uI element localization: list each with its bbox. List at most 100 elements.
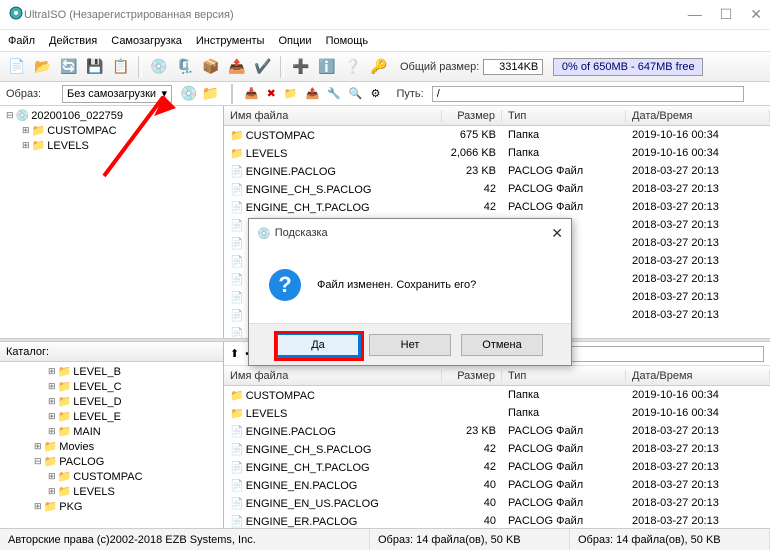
boot-type-dropdown[interactable]: Без самозагрузки ▾ [62, 85, 172, 103]
extract-icon[interactable]: 📤 [306, 87, 320, 100]
local-file-list[interactable]: Имя файла Размер Тип Дата/Время 📁CUSTOMP… [224, 366, 770, 528]
list-row[interactable]: 📄ENGINE_CH_S.PACLOG42PACLOG Файл2018-03-… [224, 440, 770, 458]
info-button[interactable]: ℹ️ [316, 56, 338, 78]
list-row[interactable]: 📁LEVELSПапка2019-10-16 00:34 [224, 404, 770, 422]
save-button[interactable]: 💾 [84, 56, 106, 78]
tree-item[interactable]: ⊞📁LEVEL_C [2, 379, 221, 394]
list-row[interactable]: 📄ENGINE_EN_US.PACLOG40PACLOG Файл2018-03… [224, 494, 770, 512]
expand-icon[interactable]: ⊞ [48, 471, 56, 482]
col-name[interactable]: Имя файла [224, 110, 442, 122]
expand-icon[interactable]: ⊟ [34, 456, 42, 467]
reload-button[interactable]: 🔄 [58, 56, 80, 78]
expand-icon[interactable]: ⊞ [22, 140, 30, 151]
list-row[interactable]: 📄ENGINE_CH_T.PACLOG42PACLOG Файл2018-03-… [224, 198, 770, 216]
tree-item[interactable]: ⊞📁LEVELS [2, 484, 221, 499]
list-row[interactable]: 📄ENGINE_CH_T.PACLOG42PACLOG Файл2018-03-… [224, 458, 770, 476]
col-size[interactable]: Размер [442, 110, 502, 122]
extract-button[interactable]: 📤 [226, 56, 248, 78]
main-toolbar: 📄 📂 🔄 💾 📋 💿 🗜️ 📦 📤 ✔️ ➕ ℹ️ ❔ 🔑 Общий раз… [0, 52, 770, 82]
col-type[interactable]: Тип [502, 110, 626, 122]
menu-tools[interactable]: Инструменты [196, 35, 265, 47]
dialog-cancel-button[interactable]: Отмена [461, 334, 543, 356]
list-row[interactable]: 📁CUSTOMPACПапка2019-10-16 00:34 [224, 386, 770, 404]
tree-item[interactable]: ⊟📁PACLOG [2, 454, 221, 469]
new-folder-icon[interactable]: 📁 [284, 87, 298, 100]
up-icon[interactable]: ⬆ [230, 347, 239, 360]
dialog-yes-button[interactable]: Да [277, 334, 359, 356]
checksum-button[interactable]: ✔️ [252, 56, 274, 78]
col-type[interactable]: Тип [502, 370, 626, 382]
list-row[interactable]: 📄ENGINE_ER.PACLOG40PACLOG Файл2018-03-27… [224, 512, 770, 528]
add-files-icon[interactable]: 📥 [245, 87, 259, 100]
total-size-value[interactable] [483, 59, 543, 75]
col-name[interactable]: Имя файла [224, 370, 442, 382]
tree-item[interactable]: ⊞📁PKG [2, 499, 221, 514]
help-button[interactable]: ❔ [342, 56, 364, 78]
tree-item[interactable]: ⊞📁MAIN [2, 424, 221, 439]
tree-item[interactable]: ⊞📁LEVEL_D [2, 394, 221, 409]
settings-icon[interactable]: ⚙ [371, 87, 381, 100]
file-type: PACLOG Файл [502, 443, 626, 455]
disc-icon[interactable]: 💿 [180, 85, 197, 102]
list-row[interactable]: 📄ENGINE_CH_S.PACLOG42PACLOG Файл2018-03-… [224, 180, 770, 198]
mount-button[interactable]: 🗜️ [174, 56, 196, 78]
new-button[interactable]: 📄 [6, 56, 28, 78]
tree-item[interactable]: ⊞📁LEVELS [2, 138, 221, 153]
file-date: 2018-03-27 20:13 [626, 237, 770, 249]
dialog-close-button[interactable]: ✕ [551, 225, 563, 242]
add-button[interactable]: ➕ [290, 56, 312, 78]
expand-icon[interactable]: ⊞ [48, 426, 56, 437]
local-tree[interactable]: ⊞📁LEVEL_B⊞📁LEVEL_C⊞📁LEVEL_D⊞📁LEVEL_E⊞📁MA… [0, 362, 223, 528]
open-button[interactable]: 📂 [32, 56, 54, 78]
list-header[interactable]: Имя файла Размер Тип Дата/Время [224, 106, 770, 126]
tree-item[interactable]: ⊞📁CUSTOMPAC [2, 123, 221, 138]
close-button[interactable]: ✕ [750, 6, 762, 23]
expand-icon[interactable]: ⊞ [48, 366, 56, 377]
expand-icon[interactable]: ⊞ [48, 486, 56, 497]
expand-icon[interactable]: ⊞ [22, 125, 30, 136]
tree-item[interactable]: ⊟💿20200106_022759 [2, 108, 221, 123]
tree-item[interactable]: ⊞📁LEVEL_B [2, 364, 221, 379]
burn-button[interactable]: 💿 [148, 56, 170, 78]
menu-bootable[interactable]: Самозагрузка [111, 35, 182, 47]
expand-icon[interactable]: ⊞ [34, 441, 42, 452]
menu-actions[interactable]: Действия [49, 35, 97, 47]
col-date[interactable]: Дата/Время [626, 370, 770, 382]
list-row[interactable]: 📄ENGINE.PACLOG23 KBPACLOG Файл2018-03-27… [224, 422, 770, 440]
expand-icon[interactable]: ⊟ [6, 110, 14, 121]
expand-icon[interactable]: ⊞ [48, 396, 56, 407]
properties-icon[interactable]: 🔧 [327, 87, 341, 100]
tree-item[interactable]: ⊞📁Movies [2, 439, 221, 454]
tree-item[interactable]: ⊞📁LEVEL_E [2, 409, 221, 424]
tree-item[interactable]: ⊞📁CUSTOMPAC [2, 469, 221, 484]
col-size[interactable]: Размер [442, 370, 502, 382]
list-row[interactable]: 📄ENGINE_EN.PACLOG40PACLOG Файл2018-03-27… [224, 476, 770, 494]
menu-options[interactable]: Опции [278, 35, 311, 47]
col-date[interactable]: Дата/Время [626, 110, 770, 122]
image-tree[interactable]: ⊟💿20200106_022759⊞📁CUSTOMPAC⊞📁LEVELS [0, 106, 224, 338]
view-icon[interactable]: 🔍 [349, 87, 363, 100]
capacity-bar[interactable]: 0% of 650MB - 647MB free [553, 58, 703, 76]
tree-label: LEVELS [73, 486, 115, 498]
file-date: 2018-03-27 20:13 [626, 255, 770, 267]
expand-icon[interactable]: ⊞ [48, 411, 56, 422]
menu-file[interactable]: Файл [8, 35, 35, 47]
minimize-button[interactable]: — [688, 6, 702, 23]
folder-icon[interactable]: 📁 [201, 85, 218, 102]
path-input[interactable] [432, 86, 744, 102]
file-icon: 📄 [230, 238, 244, 250]
remove-icon[interactable]: ✖ [267, 87, 276, 100]
expand-icon[interactable]: ⊞ [48, 381, 56, 392]
dialog-no-button[interactable]: Нет [369, 334, 451, 356]
list-row[interactable]: 📄ENGINE.PACLOG23 KBPACLOG Файл2018-03-27… [224, 162, 770, 180]
menu-help[interactable]: Помощь [326, 35, 369, 47]
list-header-bottom[interactable]: Имя файла Размер Тип Дата/Время [224, 366, 770, 386]
list-row[interactable]: 📁CUSTOMPAC675 KBПапка2019-10-16 00:34 [224, 126, 770, 144]
maximize-button[interactable]: ☐ [720, 6, 733, 23]
list-row[interactable]: 📁LEVELS2,066 KBПапка2019-10-16 00:34 [224, 144, 770, 162]
compress-button[interactable]: 📦 [200, 56, 222, 78]
expand-icon[interactable]: ⊞ [34, 501, 42, 512]
register-button[interactable]: 🔑 [368, 56, 390, 78]
saveas-button[interactable]: 📋 [110, 56, 132, 78]
app-icon [8, 5, 24, 24]
